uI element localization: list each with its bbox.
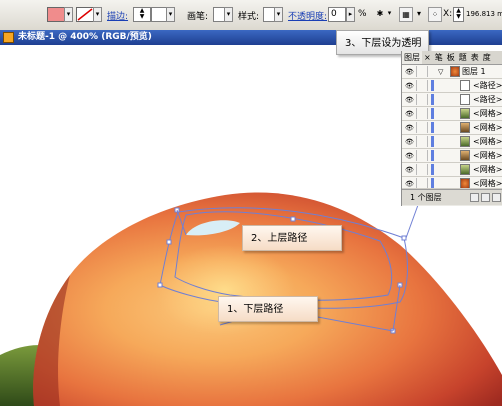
align-icon[interactable]: ▦ — [399, 7, 413, 22]
eye-icon[interactable]: 👁 — [405, 138, 414, 146]
opacity-field[interactable]: 0 — [328, 7, 346, 22]
lock-toggle[interactable] — [416, 164, 428, 175]
lock-toggle[interactable] — [416, 66, 428, 77]
list-item[interactable]: 👁 <路径> — [402, 93, 502, 107]
selection-indicator — [431, 136, 434, 147]
x-label: X: — [443, 9, 453, 19]
list-item[interactable]: 👁 <网格> — [402, 177, 502, 189]
selection-indicator — [431, 94, 434, 105]
item-label: <网格> — [473, 179, 502, 188]
item-label: <网格> — [473, 123, 502, 132]
list-item[interactable]: 👁 <路径> — [402, 79, 502, 93]
fill-dropdown-arrow[interactable]: ▾ — [64, 7, 73, 22]
item-label: <路径> — [473, 81, 502, 90]
lock-toggle[interactable] — [416, 136, 428, 147]
list-item[interactable]: 👁 <网格> — [402, 135, 502, 149]
layers-panel: 图层 × 笔板题表度 👁 ▽ 图层 1 👁 <路径> 👁 <路径> 👁 <网格> 👁… — [401, 51, 502, 206]
control-bar: ▾ ▾ 描边: ▲ ▼ ▾ 画笔: ▾ 样式: ▾ 不透明度: 0 ▸ % ✱ … — [0, 0, 502, 31]
brush-dropdown-arrow[interactable]: ▾ — [224, 7, 233, 22]
stroke-label[interactable]: 描边: — [107, 9, 128, 24]
stroke-weight-field[interactable] — [151, 7, 167, 22]
annotation-lower-path: 1、下层路径 — [218, 296, 318, 322]
fill-color-swatch[interactable] — [47, 7, 65, 22]
reference-point-icon[interactable]: ⁘ — [428, 7, 442, 22]
item-label: <网格> — [473, 109, 502, 118]
eye-icon[interactable]: 👁 — [405, 180, 414, 188]
stroke-color-swatch[interactable] — [76, 7, 94, 22]
list-item[interactable]: 👁 <网格> — [402, 163, 502, 177]
transform-icon[interactable]: ▾ — [414, 7, 424, 22]
annotation-upper-path: 2、上层路径 — [242, 225, 342, 251]
tab-layers[interactable]: 图层 — [402, 51, 422, 64]
tab-6[interactable]: 度 — [481, 51, 493, 64]
mesh-thumbnail — [460, 164, 470, 175]
lock-toggle[interactable] — [416, 150, 428, 161]
opacity-unit: % — [358, 9, 367, 19]
selection-indicator — [431, 80, 434, 91]
eye-icon[interactable]: 👁 — [405, 110, 414, 118]
stroke-dropdown-arrow[interactable]: ▾ — [93, 7, 102, 22]
path-thumbnail — [460, 80, 470, 91]
stroke-weight-dropdown[interactable]: ▾ — [166, 7, 175, 22]
layers-panel-footer: 1 个图层 — [402, 189, 502, 205]
eye-icon[interactable]: 👁 — [405, 96, 414, 104]
stroke-weight-spinner[interactable]: ▲ ▼ — [133, 7, 151, 22]
list-item[interactable]: 👁 <网格> — [402, 149, 502, 163]
path-thumbnail — [460, 94, 470, 105]
tab-2[interactable]: 笔 — [433, 51, 445, 64]
lock-toggle[interactable] — [416, 108, 428, 119]
opacity-dropdown-arrow[interactable]: ▸ — [346, 7, 355, 22]
layer-row[interactable]: 👁 ▽ 图层 1 — [402, 65, 502, 79]
x-spinner[interactable]: ▲ ▼ — [453, 7, 464, 22]
brush-label: 画笔: — [187, 12, 209, 22]
layer-count: 1 个图层 — [410, 193, 442, 202]
x-value-field[interactable]: 196.813 mm — [466, 10, 502, 25]
eye-icon[interactable]: 👁 — [405, 166, 414, 174]
style-dropdown-arrow[interactable]: ▾ — [274, 7, 283, 22]
no-stroke-icon — [77, 8, 93, 21]
lock-toggle[interactable] — [416, 178, 428, 188]
list-item[interactable]: 👁 <网格> — [402, 121, 502, 135]
lock-toggle[interactable] — [416, 122, 428, 133]
eye-icon[interactable]: 👁 — [405, 82, 414, 90]
selection-indicator — [431, 164, 434, 175]
spin-down-icon[interactable]: ▼ — [134, 14, 150, 20]
mesh-thumbnail — [460, 108, 470, 119]
eye-icon[interactable]: 👁 — [405, 68, 414, 76]
opacity-label[interactable]: 不透明度: — [288, 9, 327, 24]
mesh-thumbnail — [460, 122, 470, 133]
layer-thumbnail — [450, 66, 460, 77]
tab-5[interactable]: 表 — [469, 51, 481, 64]
close-tab-icon[interactable]: × — [422, 51, 433, 64]
item-label: <路径> — [473, 95, 502, 104]
layers-panel-tabs: 图层 × 笔板题表度 — [402, 51, 502, 65]
eye-icon[interactable]: 👁 — [405, 152, 414, 160]
eye-icon[interactable]: 👁 — [405, 124, 414, 132]
lock-toggle[interactable] — [416, 94, 428, 105]
lock-toggle[interactable] — [416, 80, 428, 91]
item-label: <网格> — [473, 151, 502, 160]
locate-object-icon[interactable] — [470, 193, 479, 202]
style-label: 样式: — [238, 12, 260, 22]
mesh-thumbnail — [460, 136, 470, 147]
tab-4[interactable]: 题 — [457, 51, 469, 64]
list-item[interactable]: 👁 <网格> — [402, 107, 502, 121]
expand-triangle-icon[interactable]: ▽ — [438, 68, 443, 76]
selection-indicator — [431, 150, 434, 161]
selection-indicator — [431, 108, 434, 119]
item-label: <网格> — [473, 165, 502, 174]
mesh-thumbnail — [460, 150, 470, 161]
selection-indicator — [431, 178, 434, 188]
recolor-dropdown[interactable]: ▾ — [385, 7, 394, 22]
selection-indicator — [431, 122, 434, 133]
item-label: <网格> — [473, 137, 502, 146]
tab-3[interactable]: 板 — [445, 51, 457, 64]
mesh-thumbnail — [460, 178, 470, 188]
layer-name: 图层 1 — [462, 67, 486, 76]
new-sublayer-icon[interactable] — [481, 193, 490, 202]
document-title: 未标题-1 @ 400% (RGB/预览) — [18, 32, 152, 42]
new-layer-icon[interactable] — [492, 193, 501, 202]
document-icon — [3, 32, 14, 43]
